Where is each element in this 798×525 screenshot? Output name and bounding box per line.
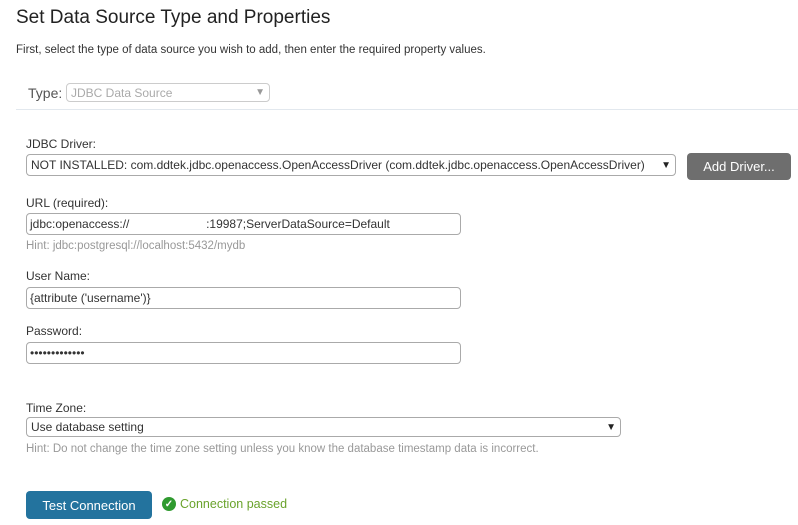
timezone-select[interactable]: Use database setting ▼ [26, 417, 621, 437]
page-subtitle: First, select the type of data source yo… [16, 44, 486, 56]
driver-select[interactable]: NOT INSTALLED: com.ddtek.jdbc.openaccess… [26, 154, 676, 176]
chevron-down-icon: ▼ [606, 421, 616, 433]
type-label: Type: [28, 85, 63, 101]
url-hint: Hint: jdbc:postgresql://localhost:5432/m… [26, 240, 246, 252]
add-driver-button[interactable]: Add Driver... [687, 153, 791, 180]
type-select[interactable]: JDBC Data Source ▼ [66, 83, 270, 102]
connection-status-text: Connection passed [180, 497, 288, 511]
page-title: Set Data Source Type and Properties [16, 7, 331, 28]
driver-select-value: NOT INSTALLED: com.ddtek.jdbc.openaccess… [31, 158, 645, 172]
url-input[interactable]: jdbc:openaccess:// :19987;ServerDataSour… [26, 213, 461, 235]
chevron-down-icon: ▼ [255, 87, 265, 98]
url-label: URL (required): [26, 196, 109, 210]
timezone-select-value: Use database setting [31, 420, 144, 434]
username-label: User Name: [26, 269, 91, 283]
password-input[interactable]: ••••••••••••• [26, 342, 461, 364]
timezone-label: Time Zone: [26, 401, 87, 415]
chevron-down-icon: ▼ [661, 159, 671, 171]
type-select-value: JDBC Data Source [71, 85, 173, 100]
timezone-hint: Hint: Do not change the time zone settin… [26, 443, 539, 455]
divider [16, 109, 798, 110]
check-circle-icon: ✓ [162, 497, 176, 511]
connection-status: ✓ Connection passed [162, 497, 287, 511]
driver-label: JDBC Driver: [26, 137, 97, 151]
test-connection-button[interactable]: Test Connection [26, 491, 152, 519]
username-input[interactable]: {attribute ('username')} [26, 287, 461, 309]
password-label: Password: [26, 324, 83, 338]
